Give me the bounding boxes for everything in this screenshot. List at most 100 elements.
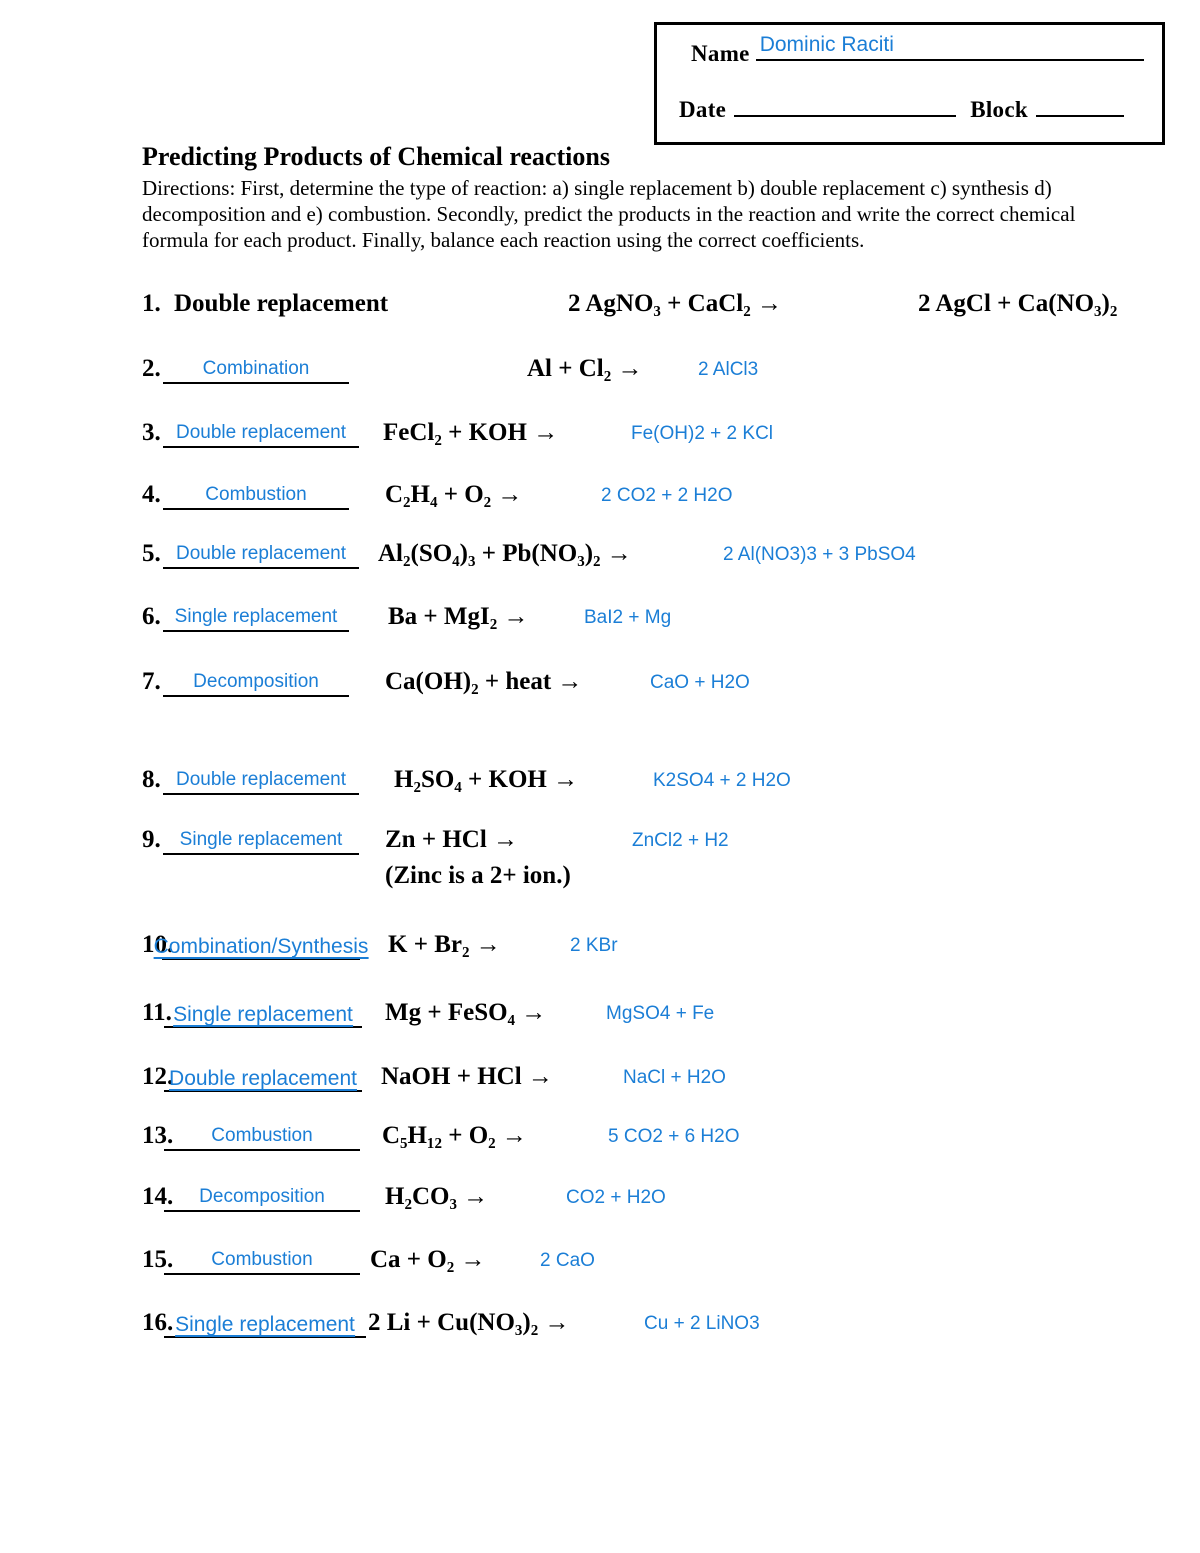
products-answer: NaCl + H2O [623, 1067, 726, 1088]
problem-number: 3. [142, 419, 161, 446]
reactants-equation: H₂CO₃ → [385, 1183, 489, 1210]
block-input-line[interactable] [1035, 114, 1124, 117]
reaction-type-answer: Decomposition [199, 1186, 325, 1207]
name-label: Name [691, 41, 750, 66]
blank-rule [163, 382, 349, 384]
reactants-equation: FeCl₂ + KOH → [383, 419, 559, 446]
problem-row: 12. Double replacement NaOH + HCl → NaCl + … [142, 1060, 1182, 1100]
reaction-type-answer: Double replacement [169, 1067, 357, 1091]
problem-number: 9. [142, 826, 161, 853]
reaction-type-answer: Single replacement [175, 1313, 355, 1337]
blank-rule [164, 1273, 360, 1275]
reaction-type-blank[interactable]: Double replacement [163, 763, 359, 797]
problem-number: 4. [142, 481, 161, 508]
reaction-type-blank[interactable]: Decomposition [164, 1180, 360, 1214]
student-info-box: Name Dominic Raciti Date Block [654, 22, 1165, 145]
blank-rule [163, 695, 349, 697]
reactants-equation: 2 AgNO₃ + CaCl₂ → [568, 290, 782, 317]
reactants-equation: Ba + MgI₂ → [388, 603, 529, 630]
products-answer: Cu + 2 LiNO3 [644, 1313, 760, 1334]
reaction-type-answer: Decomposition [193, 671, 319, 692]
reaction-type-blank[interactable]: Combustion [164, 1243, 360, 1277]
blank-rule [163, 567, 359, 569]
products-answer: 5 CO2 + 6 H2O [608, 1126, 740, 1147]
reaction-type-printed: Double replacement [174, 290, 389, 317]
problem-row: 15. Combustion Ca + O₂ → 2 CaO [142, 1243, 1182, 1283]
reactants-equation: NaOH + HCl → [381, 1063, 553, 1090]
reaction-type-blank[interactable]: Double replacement [163, 416, 359, 450]
products-answer: Fe(OH)2 + 2 KCl [631, 423, 774, 444]
problem-number: 6. [142, 603, 161, 630]
reaction-type-blank[interactable]: Double replacement [163, 537, 359, 571]
products-answer: ZnCl2 + H2 [632, 830, 729, 851]
problem-row: 5. Double replacement Al₂(SO₄)₃ + Pb(NO₃)₂… [142, 537, 1182, 577]
reaction-type-blank[interactable]: Combination/Synthesis [153, 928, 369, 962]
reaction-type-answer: Combination [202, 358, 310, 379]
reaction-type-answer: Double replacement [175, 769, 347, 790]
reactants-equation: K + Br₂ → [388, 931, 501, 958]
reaction-type-blank[interactable]: Single replacement [164, 1306, 366, 1340]
page-title: Predicting Products of Chemical reaction… [142, 142, 610, 171]
problem-row: 14. Decomposition H₂CO₃ → CO2 + H2O [142, 1180, 1182, 1220]
reactants-equation: Ca + O₂ → [370, 1246, 486, 1273]
name-row: Name Dominic Raciti [691, 33, 1144, 67]
reactants-equation: 2 Li + Cu(NO₃)₂ → [368, 1309, 570, 1336]
products-answer: CO2 + H2O [566, 1187, 666, 1208]
name-value: Dominic Raciti [759, 33, 894, 56]
reaction-type-answer: Double replacement [175, 543, 347, 564]
reactants-equation: C₅H₁₂ + O₂ → [382, 1122, 527, 1149]
date-label: Date [679, 97, 727, 122]
reaction-type-answer: Combustion [211, 1125, 313, 1146]
directions-text: Directions: First, determine the type of… [142, 176, 1076, 252]
reaction-type-answer: Combustion [211, 1249, 313, 1270]
blank-rule [164, 1149, 360, 1151]
reaction-type-blank[interactable]: Single replacement [163, 823, 359, 857]
products-answer: 2 KBr [570, 935, 618, 956]
reaction-type-answer: Combination/Synthesis [153, 935, 369, 959]
blank-rule [163, 446, 359, 448]
reactants-note: (Zinc is a 2+ ion.) [385, 862, 571, 889]
products-answer: MgSO4 + Fe [606, 1003, 715, 1024]
blank-rule [164, 1210, 360, 1212]
reaction-type-blank[interactable]: Combination [163, 352, 349, 386]
reactants-equation: Mg + FeSO₄ → [385, 999, 547, 1026]
blank-rule [163, 630, 349, 632]
reaction-type-blank[interactable]: Decomposition [163, 665, 349, 699]
products-answer: 2 Al(NO3)3 + 3 PbSO4 [723, 544, 916, 565]
products-answer: 2 AgCl + Ca(NO₃)₂ [918, 290, 1118, 317]
problem-number: 2. [142, 355, 161, 382]
problem-row: 16. Single replacement 2 Li + Cu(NO₃)₂ → Cu… [142, 1306, 1182, 1346]
reaction-type-answer: Single replacement [179, 829, 343, 850]
blank-rule [163, 508, 349, 510]
products-answer: CaO + H2O [650, 672, 750, 693]
reaction-type-answer: Single replacement [174, 606, 338, 627]
reaction-type-blank[interactable]: Double replacement [164, 1060, 362, 1094]
name-input-line[interactable]: Dominic Raciti [755, 33, 1144, 61]
problem-row: 10. Combination/Synthesis K + Br₂ → 2 KBr [142, 928, 1182, 968]
reaction-type-answer: Combustion [205, 484, 307, 505]
problem-number: 5. [142, 540, 161, 567]
products-answer: K2SO4 + 2 H2O [653, 770, 791, 791]
reaction-type-blank[interactable]: Single replacement [164, 996, 362, 1030]
blank-rule [163, 793, 359, 795]
date-row: Date Block [679, 97, 1124, 123]
products-answer: 2 AlCl3 [698, 359, 759, 380]
reaction-type-blank[interactable]: Combustion [163, 478, 349, 512]
reactants-equation: C₂H₄ + O₂ → [385, 481, 523, 508]
problem-number: 7. [142, 668, 161, 695]
reaction-type-answer: Single replacement [173, 1003, 353, 1027]
problem-row: 9. Single replacement Zn + HCl → (Zinc is a… [142, 823, 1182, 889]
blank-rule [163, 853, 359, 855]
products-answer: BaI2 + Mg [584, 607, 672, 628]
block-label: Block [970, 97, 1028, 122]
problem-row: 13. Combustion C₅H₁₂ + O₂ → 5 CO2 + 6 H2O [142, 1119, 1182, 1159]
problem-row: 8. Double replacement H₂SO₄ + KOH → K2SO4 +… [142, 763, 1182, 803]
reaction-type-blank[interactable]: Combustion [164, 1119, 360, 1153]
reactants-equation: Al + Cl₂ → [527, 355, 643, 382]
reactants-equation: Ca(OH)₂ + heat → [385, 668, 583, 695]
problem-number: 8. [142, 766, 161, 793]
reaction-type-answer: Double replacement [175, 422, 347, 443]
date-input-line[interactable] [734, 114, 957, 117]
problem-row: 1. Double replacement 2 AgNO₃ + CaCl₂ → 2 A… [142, 287, 1182, 327]
reaction-type-blank[interactable]: Single replacement [163, 600, 349, 634]
